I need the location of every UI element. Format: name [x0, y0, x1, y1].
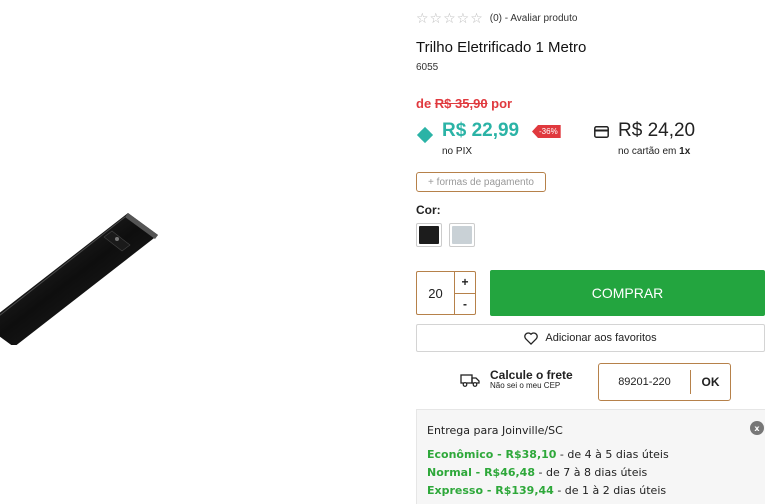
delivery-option: Normal - R$46,48 - de 7 à 8 dias úteis	[427, 466, 648, 479]
close-icon[interactable]: x	[750, 421, 764, 435]
product-image	[0, 195, 170, 345]
cep-ok-button[interactable]: OK	[691, 375, 730, 389]
product-rating[interactable]: ☆☆☆☆☆ (0) - Avaliar produto	[416, 10, 577, 27]
pix-icon	[416, 126, 434, 144]
quantity-input[interactable]: 20	[417, 272, 455, 314]
freight-title: Calcule o frete	[490, 368, 573, 382]
card-label: no cartão em 1x	[618, 146, 691, 157]
product-sku: 6055	[416, 62, 439, 73]
truck-icon	[460, 373, 480, 387]
pix-price: R$ 22,99	[442, 120, 520, 141]
quantity-minus-button[interactable]: -	[455, 294, 475, 315]
track-rail-image	[0, 213, 158, 345]
delivery-options-panel: Entrega para Joinville/SC x Econômico - …	[416, 409, 765, 504]
rating-stars-icon[interactable]: ☆☆☆☆☆	[416, 10, 484, 27]
discount-badge: -36%	[532, 125, 561, 138]
payment-methods-button[interactable]: + formas de pagamento	[416, 172, 546, 192]
old-price-value: R$ 35,90	[434, 96, 488, 111]
buy-button[interactable]: COMPRAR	[490, 270, 765, 316]
rating-text[interactable]: (0) - Avaliar produto	[490, 13, 578, 24]
pix-label: no PIX	[442, 146, 473, 157]
heart-icon	[524, 331, 539, 345]
quantity-stepper[interactable]: 20 + -	[416, 271, 476, 315]
credit-card-icon	[594, 126, 609, 138]
delivery-title: Entrega para Joinville/SC	[427, 424, 563, 437]
add-to-favorites-button[interactable]: Adicionar aos favoritos	[416, 324, 765, 352]
cep-input[interactable]: 89201-220	[599, 370, 691, 394]
color-swatch-gray[interactable]	[449, 223, 475, 247]
swatch-fill	[419, 226, 439, 244]
swatch-fill	[452, 226, 472, 244]
cep-form: 89201-220 OK	[598, 363, 731, 401]
card-price-block: R$ 24,20 no cartão em 1x	[594, 118, 724, 160]
freight-calculator: Calcule o frete Não sei o meu CEP	[460, 369, 573, 390]
pix-price-block: R$ 22,99 -36% no PIX	[416, 118, 576, 160]
unknown-cep-link[interactable]: Não sei o meu CEP	[490, 381, 573, 390]
color-label: Cor:	[416, 203, 441, 217]
color-swatch-black[interactable]	[416, 223, 442, 247]
delivery-option: Econômico - R$38,10 - de 4 à 5 dias útei…	[427, 448, 669, 461]
product-title: Trilho Eletrificado 1 Metro	[416, 39, 587, 56]
old-price: de R$ 35,90 por	[416, 96, 513, 111]
card-price: R$ 24,20	[618, 120, 696, 141]
favorites-label: Adicionar aos favoritos	[545, 332, 657, 344]
card-installments: 1x	[679, 146, 691, 157]
quantity-plus-button[interactable]: +	[455, 272, 475, 294]
delivery-option: Expresso - R$139,44 - de 1 à 2 dias útei…	[427, 484, 667, 497]
